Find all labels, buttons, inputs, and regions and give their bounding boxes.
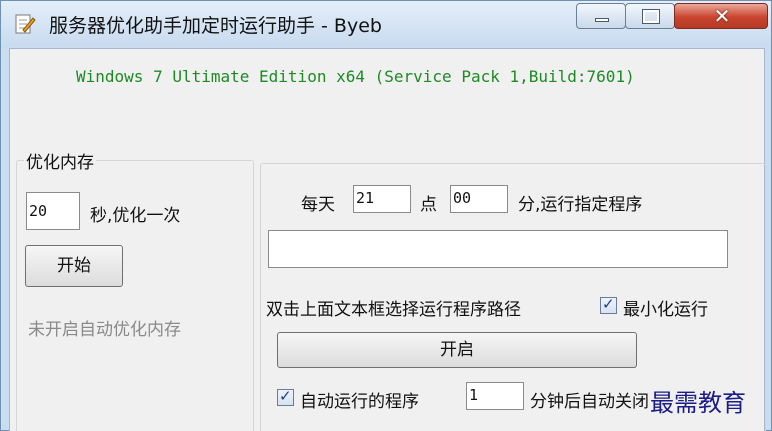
client-area: Windows 7 Ultimate Edition x64 (Service … [9,48,766,431]
minute-label: 分,运行指定程序 [518,195,643,215]
interval-seconds-input[interactable]: 20 [26,192,80,230]
auto-close-checkbox[interactable]: ✓ [277,387,294,406]
memory-start-button[interactable]: 开始 [25,245,123,287]
minute-input[interactable]: 00 [450,185,508,213]
minimize-run-label: 最小化运行 [623,300,708,320]
checkmark-icon: ✓ [279,387,292,405]
memory-group-title: 优化内存 [24,148,96,173]
hour-label: 点 [420,195,437,215]
close-icon: ✕ [713,4,731,28]
auto-close-suffix: 分钟后自动关闭 [530,392,649,412]
program-path-input[interactable] [268,230,728,268]
path-hint-text: 双击上面文本框选择运行程序路径 [266,300,521,320]
hour-input[interactable]: 21 [353,185,411,213]
minimize-button[interactable] [576,3,626,29]
title-bar[interactable]: 服务器优化助手加定时运行助手 - Byeb ✕ [1,1,771,47]
watermark-text: 最需教育 [650,389,746,417]
os-version-text: Windows 7 Ultimate Edition x64 (Service … [76,67,635,86]
app-icon [15,14,36,34]
minimize-icon [595,18,609,22]
app-window: 服务器优化助手加定时运行助手 - Byeb ✕ Windows 7 Ultima… [0,0,772,431]
interval-label: 秒,优化一次 [90,206,181,226]
maximize-button[interactable] [625,3,675,29]
auto-close-minutes-input[interactable]: 1 [466,382,524,410]
window-title: 服务器优化助手加定时运行助手 - Byeb [49,15,382,37]
daily-label: 每天 [301,195,335,215]
auto-close-label: 自动运行的程序 [300,392,419,412]
minimize-run-checkbox[interactable]: ✓ [600,295,617,314]
close-button[interactable]: ✕ [674,3,768,29]
maximize-icon [642,9,660,24]
schedule-enable-button[interactable]: 开启 [277,332,637,368]
checkmark-icon: ✓ [602,295,615,313]
memory-status-text: 未开启自动优化内存 [28,320,181,340]
